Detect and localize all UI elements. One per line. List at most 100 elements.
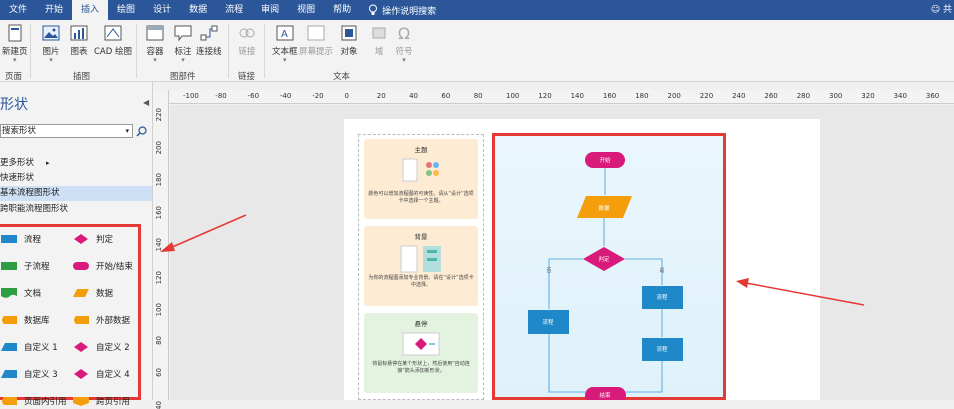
shape-item[interactable]: 页面内引用: [0, 395, 67, 407]
divider: [228, 24, 229, 78]
connector-label: 连接线: [196, 45, 222, 57]
menu-tab[interactable]: 插入: [72, 0, 108, 20]
ruler-tick-label: 80: [474, 92, 483, 100]
callout-button[interactable]: 标注 ▾: [172, 23, 194, 64]
shape-label: 数据库: [24, 314, 50, 326]
ruler-tick-label: 260: [764, 92, 777, 100]
tip-card-title: 主题: [364, 144, 478, 154]
tip-card-desc: 将鼠标悬停在某个形状上，然后使用“自动连接”箭头添加新形状。: [368, 361, 474, 375]
link-button[interactable]: 链接: [236, 23, 258, 57]
screentip-button[interactable]: 屏幕提示: [299, 23, 333, 57]
ruler-tick-label: 320: [861, 92, 874, 100]
tip-card-background[interactable]: 背景 为你的流程图添加专业背景。请在“设计”选项卡中选择。: [364, 226, 478, 306]
ruler-tick-label: 80: [155, 336, 163, 345]
ruler-tick-label: 120: [538, 92, 551, 100]
ruler-tick-label: 40: [155, 401, 163, 409]
shape-item[interactable]: 判定: [72, 233, 113, 245]
shape-label: 跨页引用: [96, 395, 130, 407]
shape-icon: [0, 314, 18, 326]
nav-more-shapes[interactable]: 更多形状▸: [0, 156, 152, 171]
shape-item[interactable]: 子流程: [0, 260, 50, 272]
search-icon[interactable]: [136, 126, 147, 137]
tip-card-title: 悬停: [364, 318, 478, 328]
menu-tab[interactable]: 文件: [0, 0, 36, 20]
vertical-ruler: 220200180160140120100806040: [153, 90, 169, 400]
ruler-tick-label: 220: [700, 92, 713, 100]
chevron-down-icon: ▾: [181, 57, 185, 64]
group-illustrations: 插图: [73, 70, 90, 82]
nav-basic-flowchart[interactable]: 基本流程图形状: [0, 186, 152, 201]
collapse-panel-icon[interactable]: ◀: [143, 98, 149, 107]
shape-item[interactable]: 开始/结束: [72, 260, 133, 272]
menu-tab[interactable]: 视图: [288, 0, 324, 20]
chevron-down-icon[interactable]: ▾: [125, 125, 129, 137]
ruler-tick-label: 140: [155, 238, 163, 251]
background-illustration-icon: [399, 244, 443, 274]
field-button[interactable]: 域: [368, 23, 390, 57]
menu-bar: 文件开始插入绘图设计数据流程审阅视图帮助 操作说明搜索 ☺ 共: [0, 0, 954, 20]
ruler-tick-label: 20: [377, 92, 386, 100]
chevron-down-icon: ▾: [283, 57, 287, 64]
ruler-tick-label: 60: [155, 368, 163, 377]
tip-card-theme[interactable]: 主题 颜色可以增加流程图的可读性。请从“设计”选项卡中选择一个主题。: [364, 139, 478, 219]
shape-item[interactable]: 自定义 1: [0, 341, 58, 353]
chart-button[interactable]: 图表: [68, 23, 90, 57]
user-account[interactable]: ☺ 共: [931, 0, 952, 20]
cad-button[interactable]: CAD 绘图: [94, 23, 132, 57]
divider: [30, 24, 31, 78]
menu-tab[interactable]: 流程: [216, 0, 252, 20]
menu-tab[interactable]: 开始: [36, 0, 72, 20]
menu-tabs: 文件开始插入绘图设计数据流程审阅视图帮助: [0, 0, 360, 20]
shape-item[interactable]: 流程: [0, 233, 41, 245]
group-pages: 页面: [5, 70, 22, 82]
textbox-icon: A: [274, 23, 296, 43]
shape-item[interactable]: 外部数据: [72, 314, 130, 326]
user-icon: ☺: [931, 5, 940, 15]
ruler-tick-label: -60: [248, 92, 259, 100]
tip-card-hover[interactable]: 悬停 将鼠标悬停在某个形状上，然后使用“自动连接”箭头添加新形状。: [364, 313, 478, 393]
connector-button[interactable]: 连接线: [196, 23, 222, 57]
menu-tab[interactable]: 审阅: [252, 0, 288, 20]
ruler-tick-label: 160: [603, 92, 616, 100]
shape-item[interactable]: 文档: [0, 287, 41, 299]
shape-item[interactable]: 自定义 2: [72, 341, 130, 353]
shape-icon: [0, 233, 18, 245]
picture-icon: [40, 23, 62, 43]
shape-search-input[interactable]: 搜索形状 ▾: [0, 124, 133, 138]
container-button[interactable]: 容器 ▾: [144, 23, 166, 64]
shape-icon: [72, 260, 90, 272]
textbox-button[interactable]: A 文本框 ▾: [272, 23, 298, 64]
shape-item[interactable]: 跨页引用: [72, 395, 130, 407]
menu-tab[interactable]: 设计: [144, 0, 180, 20]
search-placeholder: 搜索形状: [2, 126, 36, 136]
ruler-tick-label: -20: [312, 92, 323, 100]
chevron-down-icon: ▾: [49, 57, 53, 64]
shape-icon: [72, 233, 90, 245]
callout-icon: [172, 23, 194, 43]
ruler-tick-label: 180: [155, 173, 163, 186]
tell-me-search[interactable]: 操作说明搜索: [368, 4, 436, 17]
shape-item[interactable]: 自定义 4: [72, 368, 130, 380]
ruler-tick-label: 200: [155, 141, 163, 154]
nav-quick-shapes[interactable]: 快速形状: [0, 171, 152, 186]
ruler-tick-label: 160: [155, 206, 163, 219]
symbol-button[interactable]: Ω 符号 ▾: [393, 23, 415, 64]
shape-label: 自定义 4: [96, 368, 130, 380]
shape-item[interactable]: 数据库: [0, 314, 50, 326]
menu-tab[interactable]: 绘图: [108, 0, 144, 20]
picture-button[interactable]: 图片 ▾: [40, 23, 62, 64]
shape-label: 子流程: [24, 260, 50, 272]
shape-item[interactable]: 自定义 3: [0, 368, 58, 380]
flowchart-highlight-box: [492, 133, 726, 400]
group-text: 文本: [333, 70, 350, 82]
object-button[interactable]: 对象: [338, 23, 360, 57]
new-page-button[interactable]: 新建页 ▾: [2, 23, 28, 64]
menu-tab[interactable]: 数据: [180, 0, 216, 20]
nav-cross-functional[interactable]: 跨职能流程图形状: [0, 202, 152, 217]
divider: [136, 24, 137, 78]
chart-label: 图表: [70, 45, 87, 57]
shape-item[interactable]: 数据: [72, 287, 113, 299]
menu-tab[interactable]: 帮助: [324, 0, 360, 20]
nav-label: 跨职能流程图形状: [0, 204, 68, 214]
ruler-tick-label: 120: [155, 271, 163, 284]
